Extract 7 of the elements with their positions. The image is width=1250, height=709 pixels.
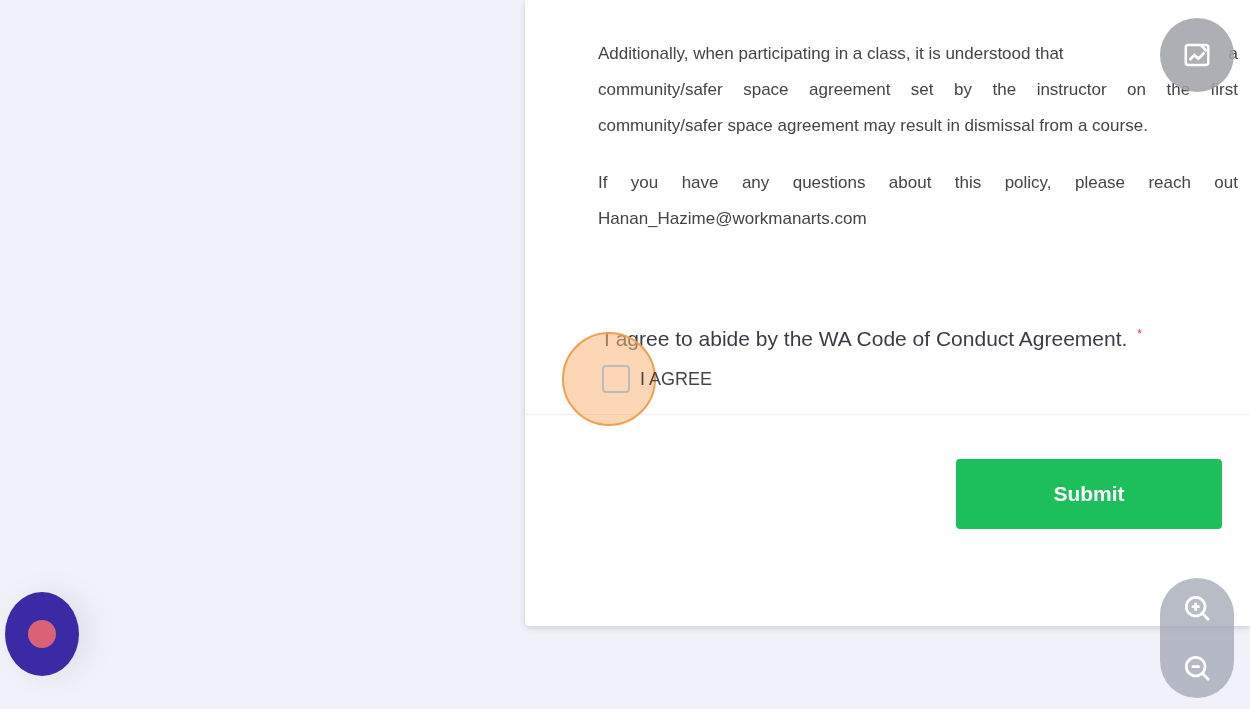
policy-text-line: community/safer space agreement set by the instructor on the first <box>598 79 1238 101</box>
checkbox[interactable] <box>602 365 630 393</box>
policy-text: Additionally, when participating in a class, it is understood that <box>598 43 1064 65</box>
policy-text-line: If you have any questions about this policy, please reach out <box>598 172 1238 194</box>
required-mark: * <box>1137 327 1142 341</box>
policy-text-line: community/safer space agreement may result in dismissal from a course. <box>598 115 1149 137</box>
policy-text-line: Hanan_Hazime@workmanarts.com <box>598 208 868 230</box>
